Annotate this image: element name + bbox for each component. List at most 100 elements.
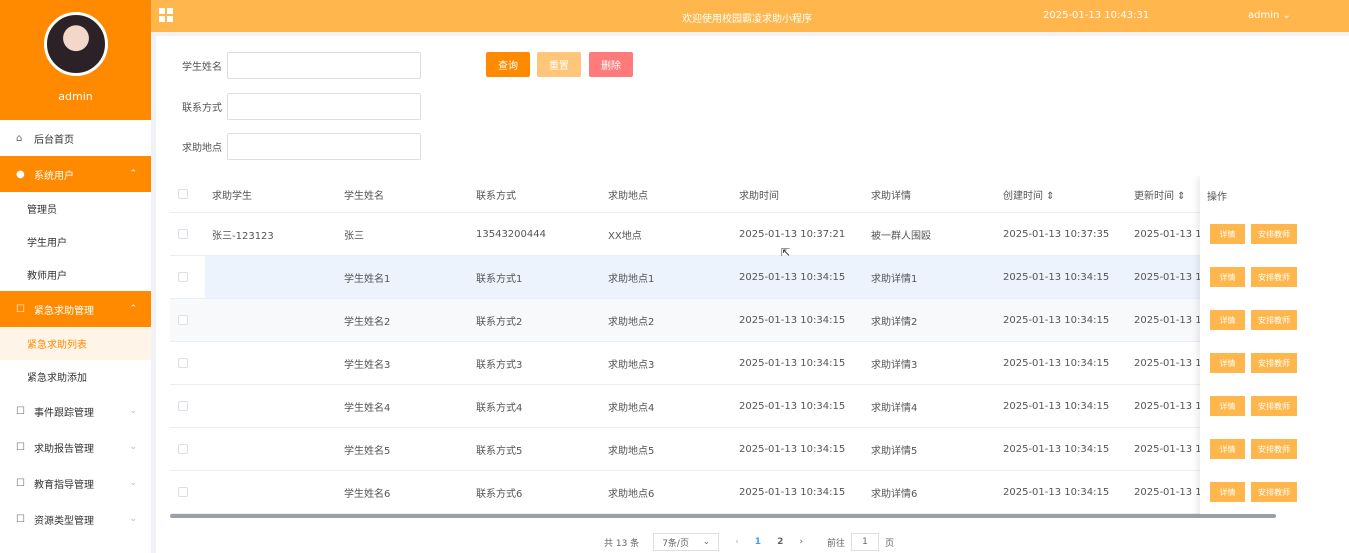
table-cell: 联系方式6 <box>476 488 523 500</box>
sidebar-item-label: 资源类型管理 <box>34 515 94 527</box>
goto-input[interactable]: 1 <box>850 533 879 551</box>
detail-button[interactable]: 详情 <box>1210 267 1245 287</box>
table-cell: 求助地点1 <box>608 273 655 285</box>
table-cell: 2025-01-13 10:34:15 <box>1134 400 1204 412</box>
assign-teacher-button[interactable]: 安排教师 <box>1251 353 1297 373</box>
table-row[interactable]: 学生姓名6 联系方式6 求助地点6 2025-01-13 10:34:15 求助详情6 2… <box>170 471 1332 514</box>
detail-button[interactable]: 详情 <box>1210 396 1245 416</box>
grid-menu-icon[interactable] <box>159 8 173 22</box>
sidebar-subitem[interactable]: 学生用户 <box>0 225 151 258</box>
sidebar-username: admin <box>58 90 93 103</box>
student-name-field: 学生姓名 <box>182 52 421 79</box>
table-row[interactable]: 学生姓名4 联系方式4 求助地点4 2025-01-13 10:34:15 求助详情4 2… <box>170 385 1332 428</box>
page-size-select[interactable]: 7条/页 ⌄ <box>653 533 720 551</box>
table-cell: 求助详情2 <box>871 316 918 328</box>
assign-teacher-button[interactable]: 安排教师 <box>1251 224 1297 244</box>
row-checkbox[interactable] <box>178 229 188 239</box>
table-cell: 被一群人围殴 <box>871 230 931 242</box>
table-cell: 2025-01-13 10:34:15 <box>1134 357 1204 369</box>
table-cell: 2025-01-13 10:37:35 <box>1134 228 1204 240</box>
reset-button[interactable]: 重置 <box>537 52 581 77</box>
table-cell: 2025-01-13 10:34:15 <box>739 443 846 455</box>
table-cell: 2025-01-13 10:37:21 <box>739 228 846 240</box>
row-checkbox[interactable] <box>178 401 188 411</box>
query-button[interactable]: 查询 <box>486 52 530 77</box>
table-horizontal-scrollbar[interactable] <box>170 514 1276 518</box>
avatar[interactable] <box>43 12 108 76</box>
chevron-down-icon: ⌄ <box>129 442 137 452</box>
next-page-icon[interactable]: › <box>799 537 803 547</box>
row-checkbox[interactable] <box>178 487 188 497</box>
row-checkbox[interactable] <box>178 444 188 454</box>
total-count: 共 13 条 <box>604 538 640 549</box>
assign-teacher-button[interactable]: 安排教师 <box>1251 267 1297 287</box>
sidebar-item-4[interactable]: ☐ 求助报告管理 ⌄ <box>0 429 151 465</box>
table-cell: 2025-01-13 10:34:15 <box>739 400 846 412</box>
location-field: 求助地点 <box>182 133 421 160</box>
sidebar-item-label: 系统用户 <box>34 170 74 182</box>
sidebar-subitem[interactable]: 紧急求助列表 <box>0 327 151 360</box>
row-checkbox[interactable] <box>178 358 188 368</box>
goto-prefix: 前往 <box>826 538 845 549</box>
row-checkbox[interactable] <box>178 315 188 325</box>
home-icon: ⌂ <box>16 132 23 144</box>
chevron-down-icon: ⌄ <box>129 406 137 416</box>
detail-button[interactable]: 详情 <box>1210 439 1245 459</box>
column-header: 学生姓名 <box>344 190 384 202</box>
table-cell: 2025-01-13 10:34:15 <box>739 486 846 498</box>
sidebar-item-2[interactable]: ☐ 紧急求助管理 ⌃ <box>0 291 151 327</box>
table-row[interactable]: 学生姓名3 联系方式3 求助地点3 2025-01-13 10:34:15 求助详情3 2… <box>170 342 1332 385</box>
table-row[interactable]: 学生姓名1 联系方式1 求助地点1 2025-01-13 10:34:15 求助详情1 2… <box>170 256 1332 299</box>
sidebar-item-5[interactable]: ☐ 教育指导管理 ⌄ <box>0 465 151 501</box>
assign-teacher-button[interactable]: 安排教师 <box>1251 396 1297 416</box>
detail-button[interactable]: 详情 <box>1210 353 1245 373</box>
table-row[interactable]: 学生姓名2 联系方式2 求助地点2 2025-01-13 10:34:15 求助详情2 2… <box>170 299 1332 342</box>
table-cell: 求助地点2 <box>608 316 655 328</box>
detail-button[interactable]: 详情 <box>1210 310 1245 330</box>
contact-input[interactable] <box>227 93 421 120</box>
sidebar-item-1[interactable]: ● 系统用户 ⌃ <box>0 156 151 192</box>
sidebar-item-6[interactable]: ☐ 资源类型管理 ⌄ <box>0 501 151 537</box>
user-icon: ● <box>16 168 25 180</box>
delete-button[interactable]: 删除 <box>589 52 633 77</box>
sidebar-item-3[interactable]: ☐ 事件跟踪管理 ⌄ <box>0 393 151 429</box>
student-name-input[interactable] <box>227 52 421 79</box>
sidebar: admin ⌂ 后台首页 ● 系统用户 ⌃ 管理员 学生用户 教师用户 ☐ 紧急求助管理 ⌃ 紧急求助… <box>0 0 151 553</box>
sidebar-subitem[interactable]: 管理员 <box>0 192 151 225</box>
page-2[interactable]: 2 <box>777 537 783 547</box>
assign-teacher-button[interactable]: 安排教师 <box>1251 482 1297 502</box>
prev-page-icon[interactable]: ‹ <box>735 537 739 547</box>
table-cell: 求助详情4 <box>871 402 918 414</box>
doc-icon: ☐ <box>16 441 25 453</box>
sidebar-subitem[interactable]: 紧急求助添加 <box>0 360 151 393</box>
user-dropdown[interactable]: admin ⌄ <box>1248 10 1291 21</box>
assign-teacher-button[interactable]: 安排教师 <box>1251 439 1297 459</box>
table-cell: 求助详情1 <box>871 273 918 285</box>
table-cell: 联系方式1 <box>476 273 523 285</box>
column-header[interactable]: 更新时间 ⇕ <box>1134 187 1204 202</box>
profile-panel: admin <box>0 0 151 120</box>
sidebar-subitem[interactable]: 教师用户 <box>0 258 151 291</box>
page-1[interactable]: 1 <box>755 537 761 547</box>
detail-button[interactable]: 详情 <box>1210 224 1245 244</box>
location-input[interactable] <box>227 133 421 160</box>
sidebar-item-label: 求助报告管理 <box>34 443 94 455</box>
sidebar-item-0[interactable]: ⌂ 后台首页 <box>0 120 151 156</box>
table-row[interactable]: 张三-123123 张三 13543200444 XX地点 2025-01-13 10:… <box>170 213 1332 256</box>
table-cell: 2025-01-13 10:34:15 <box>1134 486 1204 498</box>
column-header[interactable]: 创建时间 ⇕ <box>1003 187 1123 202</box>
column-header: 求助详情 <box>871 190 911 202</box>
table-cell: 2025-01-13 10:34:15 <box>1134 443 1204 455</box>
column-header: 联系方式 <box>476 190 516 202</box>
detail-button[interactable]: 详情 <box>1210 482 1245 502</box>
table-cell: 联系方式3 <box>476 359 523 371</box>
table-cell: 2025-01-13 10:34:15 <box>739 357 846 369</box>
welcome-text: 欢迎使用校园霸凌求助小程序 <box>682 14 812 25</box>
select-all-checkbox[interactable] <box>178 189 188 199</box>
assign-teacher-button[interactable]: 安排教师 <box>1251 310 1297 330</box>
table-cell: 学生姓名4 <box>344 402 391 414</box>
table-cell: 联系方式4 <box>476 402 523 414</box>
table-row[interactable]: 学生姓名5 联系方式5 求助地点5 2025-01-13 10:34:15 求助详情5 2… <box>170 428 1332 471</box>
row-checkbox[interactable] <box>178 272 188 282</box>
doc-icon: ☐ <box>16 513 25 525</box>
